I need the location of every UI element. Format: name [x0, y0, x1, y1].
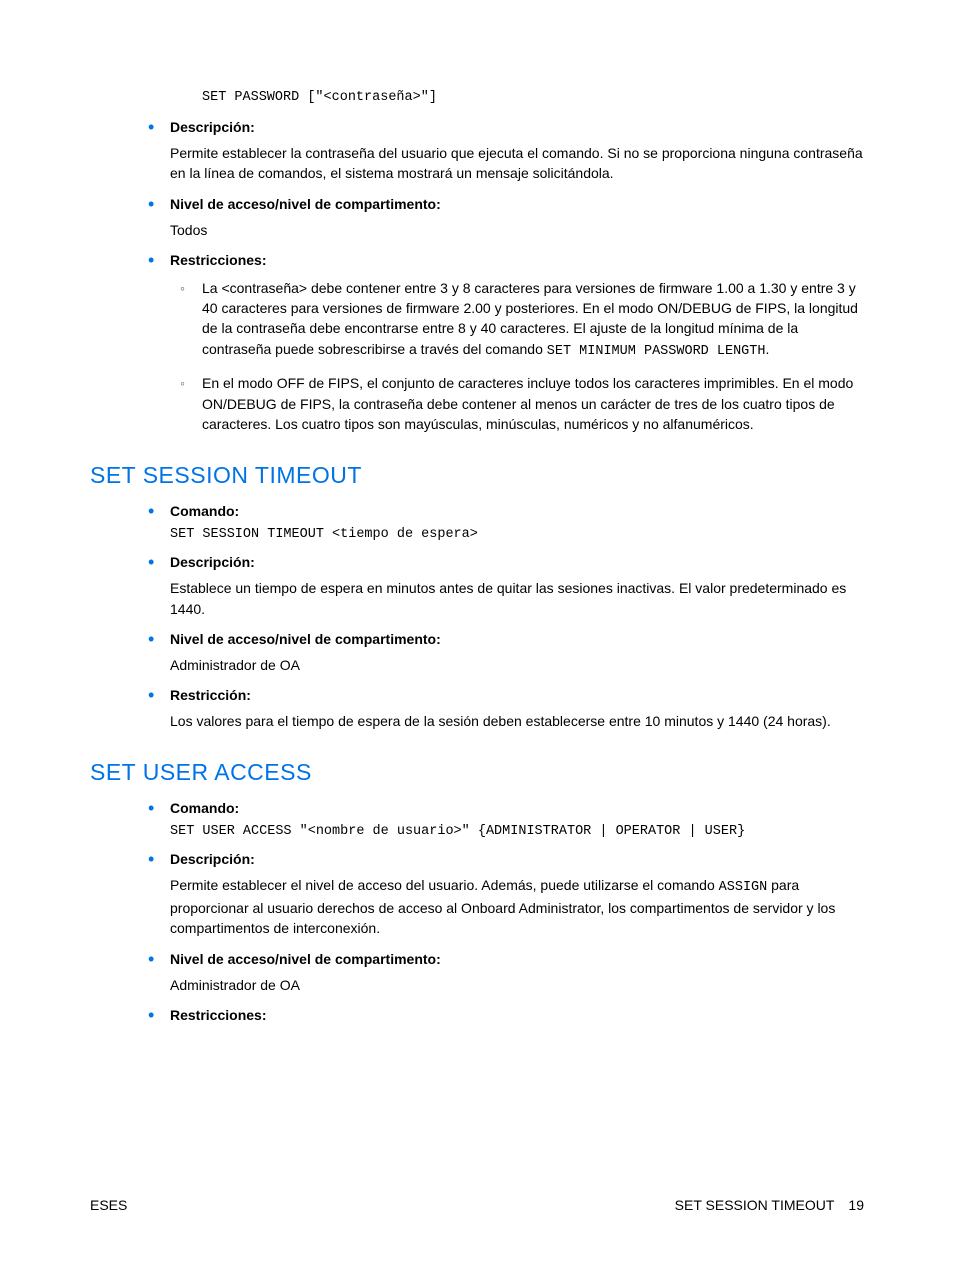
definition-list: Comando: SET SESSION TIMEOUT <tiempo de …: [90, 503, 864, 731]
item-access-level: Nivel de acceso/nivel de compartimento: …: [170, 951, 864, 995]
command-syntax: SET PASSWORD ["<contraseña>"]: [202, 90, 864, 105]
section-set-session-timeout: SET SESSION TIMEOUT Comando: SET SESSION…: [90, 462, 864, 731]
restriction-1-code: SET MINIMUM PASSWORD LENGTH: [547, 344, 766, 359]
desc-text-a: Permite establecer el nivel de acceso de…: [170, 877, 719, 893]
label-command: Comando:: [170, 800, 864, 816]
item-access-level: Nivel de acceso/nivel de compartimento: …: [170, 196, 864, 240]
footer-left: ESES: [90, 1197, 127, 1213]
item-description: Descripción: Establece un tiempo de espe…: [170, 554, 864, 619]
label-restriction: Restricción:: [170, 687, 864, 703]
desc-code: ASSIGN: [719, 880, 768, 895]
label-access-level: Nivel de acceso/nivel de compartimento:: [170, 631, 864, 647]
item-restrictions: Restricciones:: [170, 1007, 864, 1023]
item-access-level: Nivel de acceso/nivel de compartimento: …: [170, 631, 864, 675]
restriction-1: La <contraseña> debe contener entre 3 y …: [202, 278, 864, 361]
item-description: Descripción: Permite establecer la contr…: [170, 119, 864, 184]
item-restrictions: Restricciones: La <contraseña> debe cont…: [170, 252, 864, 434]
item-restriction: Restricción: Los valores para el tiempo …: [170, 687, 864, 731]
label-access-level: Nivel de acceso/nivel de compartimento:: [170, 951, 864, 967]
text-access-level: Administrador de OA: [170, 975, 864, 995]
label-restrictions: Restricciones:: [170, 1007, 864, 1023]
footer-right: SET SESSION TIMEOUT 19: [675, 1197, 864, 1213]
heading-set-user-access: SET USER ACCESS: [90, 759, 864, 786]
text-access-level: Todos: [170, 220, 864, 240]
item-command: Comando: SET USER ACCESS "<nombre de usu…: [170, 800, 864, 839]
label-description: Descripción:: [170, 851, 864, 867]
label-access-level: Nivel de acceso/nivel de compartimento:: [170, 196, 864, 212]
text-description: Permite establecer la contraseña del usu…: [170, 143, 864, 184]
label-command: Comando:: [170, 503, 864, 519]
item-command: Comando: SET SESSION TIMEOUT <tiempo de …: [170, 503, 864, 542]
footer-section-label: SET SESSION TIMEOUT: [675, 1197, 835, 1213]
restriction-2: En el modo OFF de FIPS, el conjunto de c…: [202, 373, 864, 434]
item-description: Descripción: Permite establecer el nivel…: [170, 851, 864, 938]
command-syntax: SET USER ACCESS "<nombre de usuario>" {A…: [170, 824, 864, 839]
section-set-user-access: SET USER ACCESS Comando: SET USER ACCESS…: [90, 759, 864, 1022]
definition-list: Descripción: Permite establecer la contr…: [90, 119, 864, 434]
definition-list: Comando: SET USER ACCESS "<nombre de usu…: [90, 800, 864, 1022]
page-footer: ESES SET SESSION TIMEOUT 19: [90, 1197, 864, 1213]
text-restriction: Los valores para el tiempo de espera de …: [170, 711, 864, 731]
label-description: Descripción:: [170, 119, 864, 135]
text-description: Establece un tiempo de espera en minutos…: [170, 578, 864, 619]
section-set-password: SET PASSWORD ["<contraseña>"] Descripció…: [90, 90, 864, 434]
label-restrictions: Restricciones:: [170, 252, 864, 268]
heading-set-session-timeout: SET SESSION TIMEOUT: [90, 462, 864, 489]
page-number: 19: [848, 1197, 864, 1213]
command-syntax: SET SESSION TIMEOUT <tiempo de espera>: [170, 527, 864, 542]
label-description: Descripción:: [170, 554, 864, 570]
restrictions-sublist: La <contraseña> debe contener entre 3 y …: [170, 278, 864, 434]
text-access-level: Administrador de OA: [170, 655, 864, 675]
restriction-1-text-b: .: [766, 341, 770, 357]
text-description: Permite establecer el nivel de acceso de…: [170, 875, 864, 938]
